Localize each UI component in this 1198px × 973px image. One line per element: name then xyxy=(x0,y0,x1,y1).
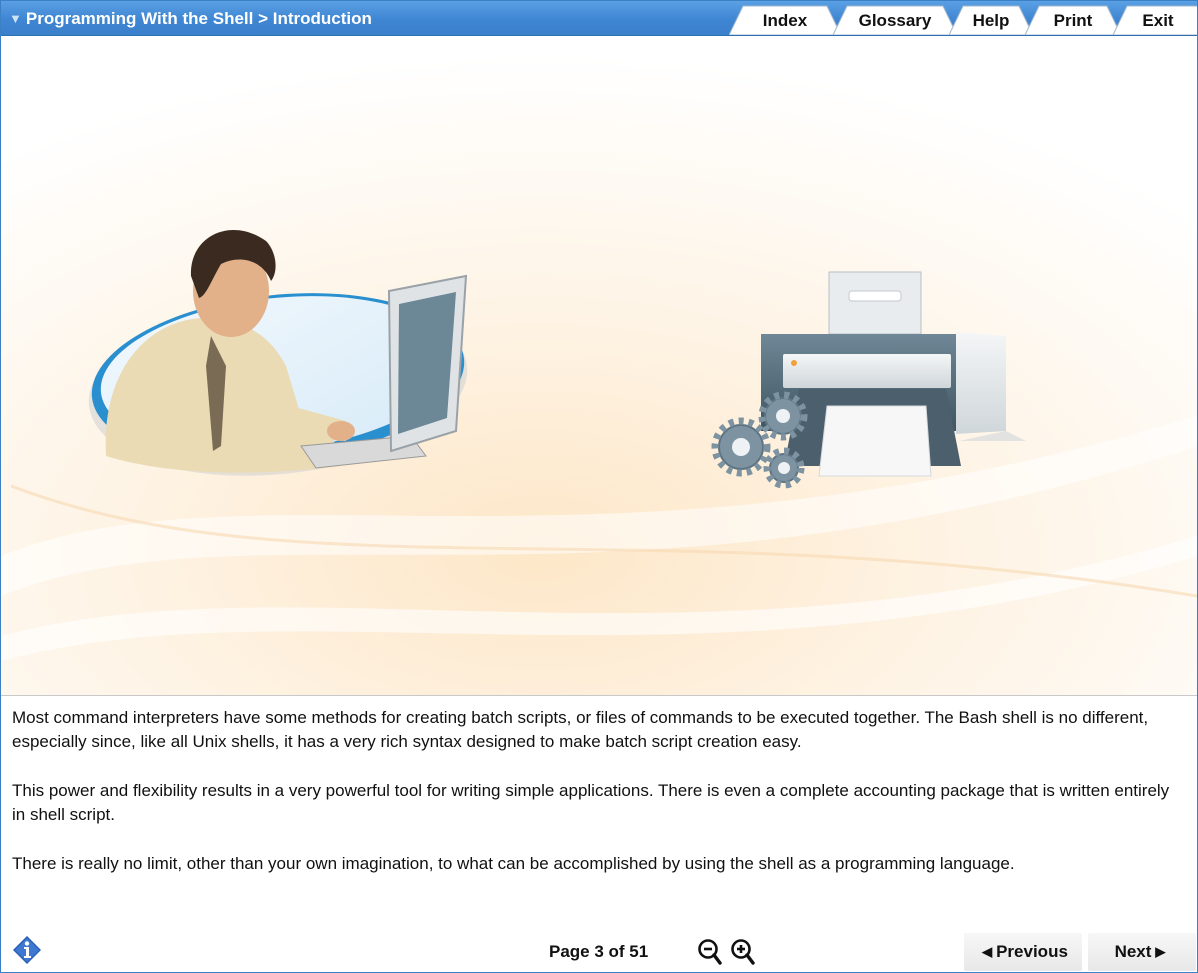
tab-print[interactable]: Print xyxy=(1025,5,1121,35)
tab-print-label: Print xyxy=(1053,11,1093,30)
tab-bar: Index Glossary Help Print Exit xyxy=(1,5,1197,35)
course-window: ▼ Programming With the Shell > Introducti… xyxy=(0,0,1198,973)
paragraph-3: There is really no limit, other than you… xyxy=(12,854,1015,873)
lesson-text: Most command interpreters have some meth… xyxy=(12,706,1187,901)
info-icon[interactable] xyxy=(12,935,42,965)
content-divider xyxy=(1,695,1197,696)
tab-exit-label: Exit xyxy=(1142,11,1174,30)
next-label: Next xyxy=(1114,942,1152,961)
zoom-out-icon[interactable] xyxy=(697,938,723,966)
next-arrow-icon: ▶ xyxy=(1155,944,1166,959)
previous-label: Previous xyxy=(996,942,1068,961)
header-bar: ▼ Programming With the Shell > Introducti… xyxy=(1,1,1197,36)
illustration-svg xyxy=(1,36,1197,695)
paragraph-1: Most command interpreters have some meth… xyxy=(12,708,1149,751)
paragraph-2: This power and flexibility results in a … xyxy=(12,781,1170,824)
tab-glossary[interactable]: Glossary xyxy=(833,5,957,35)
previous-button[interactable]: ◀ Previous xyxy=(964,933,1082,971)
tab-help-label: Help xyxy=(972,11,1010,30)
zoom-in-icon[interactable] xyxy=(730,938,756,966)
illustration-area xyxy=(1,36,1197,695)
tab-glossary-label: Glossary xyxy=(858,11,932,30)
tab-exit[interactable]: Exit xyxy=(1113,5,1197,35)
next-button[interactable]: Next ▶ xyxy=(1088,933,1196,971)
tab-index[interactable]: Index xyxy=(729,5,841,35)
page-indicator: Page 3 of 51 xyxy=(549,942,649,961)
tab-index-label: Index xyxy=(762,11,808,30)
previous-arrow-icon: ◀ xyxy=(982,944,993,959)
tab-help[interactable]: Help xyxy=(949,5,1033,35)
